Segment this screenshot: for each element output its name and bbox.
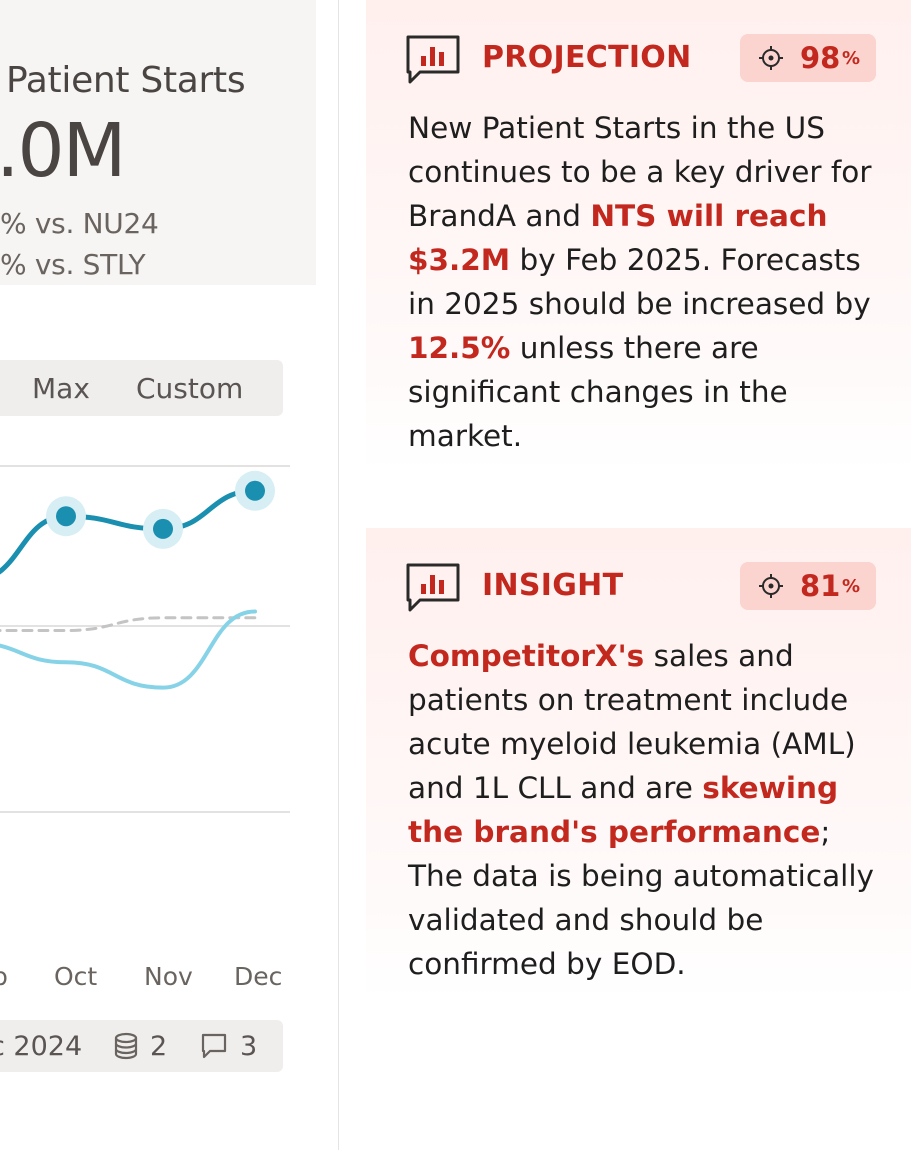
database-icon[interactable] — [112, 1032, 140, 1064]
data-point[interactable] — [245, 480, 265, 501]
bar-chart-message-icon — [406, 34, 460, 86]
range-option-custom[interactable]: Custom — [136, 372, 243, 405]
highlight-text: 12.5% — [408, 331, 511, 365]
data-point[interactable] — [56, 506, 76, 527]
comment-icon[interactable] — [200, 1032, 228, 1064]
kpi-title: Patient Starts — [6, 60, 246, 101]
datasource-count: 2 — [150, 1031, 168, 1062]
patient-starts-line-chart — [0, 465, 290, 813]
confidence-unit: % — [842, 48, 861, 69]
series-line-1 — [0, 609, 257, 690]
projection-card: PROJECTION 98 % New Patient Starts in th… — [366, 0, 911, 470]
confidence-badge: 98 % — [740, 34, 876, 82]
x-tick-label: p — [0, 962, 8, 991]
data-point[interactable] — [153, 518, 173, 539]
bar-chart-message-icon — [406, 562, 460, 614]
x-tick-label: Nov — [144, 962, 193, 991]
confidence-unit: % — [842, 576, 861, 597]
insight-card: INSIGHT 81 % CompetitorX's sales and pat… — [366, 528, 911, 998]
card-body-text: CompetitorX's sales and patients on trea… — [408, 634, 890, 986]
x-tick-label: Oct — [54, 962, 98, 991]
target-icon — [758, 573, 784, 603]
time-range-selector: Max Custom — [0, 360, 283, 416]
kpi-card: Patient Starts .0M % vs. NU24 % vs. STLY — [0, 0, 316, 285]
comment-count: 3 — [240, 1031, 258, 1062]
card-body-text: New Patient Starts in the US continues t… — [408, 106, 890, 458]
kpi-value: .0M — [0, 108, 126, 194]
kpi-delta-stly: % vs. STLY — [0, 248, 146, 281]
confidence-value: 98 — [800, 41, 841, 75]
x-tick-label: Dec — [234, 962, 283, 991]
confidence-value: 81 — [800, 569, 841, 603]
confidence-badge: 81 % — [740, 562, 876, 610]
series-line-2 — [0, 616, 257, 632]
range-option-max[interactable]: Max — [32, 372, 90, 405]
chart-footer: c 2024 2 3 — [0, 1020, 283, 1072]
kpi-delta-nu24: % vs. NU24 — [0, 207, 159, 240]
target-icon — [758, 45, 784, 75]
panel-divider — [338, 0, 339, 1150]
highlight-text: CompetitorX's — [408, 639, 645, 673]
card-label: PROJECTION — [482, 40, 692, 75]
card-label: INSIGHT — [482, 568, 624, 603]
series-line-0 — [0, 488, 258, 575]
footer-date: c 2024 — [0, 1031, 83, 1062]
